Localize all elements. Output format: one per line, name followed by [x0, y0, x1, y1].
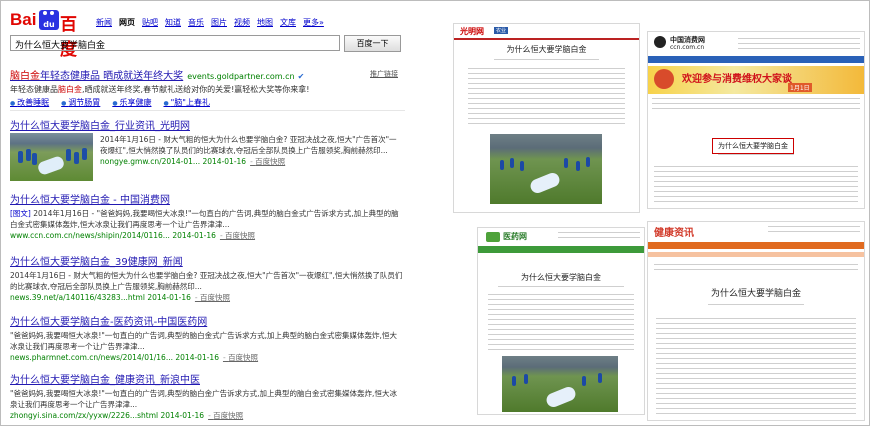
ad-url: events.goldpartner.com.cn: [187, 72, 295, 81]
gmw-article-title: 为什么恒大要学脑白金: [506, 45, 587, 54]
search-result: 为什么恒大要学脑白金-医药资讯-中国医药网 "爸爸妈妈,我要喝恒大冰泉!"一句直…: [10, 313, 404, 363]
paw-icon: du: [39, 10, 59, 30]
result-title[interactable]: 为什么恒大要学脑白金_行业资讯_光明网: [10, 117, 404, 132]
composite-image: Bai du 百度 新闻 网页 贴吧 知道 音乐 图片 视频 地图 文库 更多» 为什么恒大要学脑…: [0, 0, 870, 426]
gmw-logo: 光明网: [460, 26, 484, 36]
nav-more[interactable]: 更多»: [303, 18, 324, 27]
nav-tieba[interactable]: 贴吧: [142, 18, 158, 27]
nav-wenku[interactable]: 文库: [280, 18, 296, 27]
globe-icon: [654, 36, 666, 48]
cache-link[interactable]: 百度快照: [195, 293, 230, 302]
sitelink[interactable]: 调节肠胃: [61, 98, 100, 107]
divider: [10, 110, 405, 111]
nav-map[interactable]: 地图: [257, 18, 273, 27]
ad-title[interactable]: 脑白金年轻态健康品 晒成就送年终大奖: [10, 71, 183, 82]
search-result: 为什么恒大要学脑白金_健康资讯_新浪中医 "爸爸妈妈,我要喝恒大冰泉!"一句直白…: [10, 371, 404, 421]
search-nav: 新闻 网页 贴吧 知道 音乐 图片 视频 地图 文库 更多»: [96, 17, 331, 28]
screenshot-pharmnet: 医药网 为什么恒大要学脑白金: [477, 227, 645, 415]
screenshot-sina: 健康资讯 为什么恒大要学脑白金: [647, 221, 865, 421]
pharm-article-title: 为什么恒大要学脑白金: [521, 273, 601, 282]
pharm-logo: 医药网: [503, 232, 527, 241]
promo-link-tag[interactable]: 推广链接: [370, 69, 398, 79]
sina-header: 健康资讯: [654, 228, 694, 239]
banner-date: 1月1日: [788, 83, 812, 92]
screenshot-gmw: 光明网 农业 为什么恒大要学脑白金: [453, 23, 640, 213]
result-url: www.ccn.com.cn/news/shipin/2014/0116... …: [10, 230, 404, 241]
search-result: 为什么恒大要学脑白金 - 中国消费网 [图文] 2014年1月16日 - "爸爸…: [10, 191, 404, 241]
result-snippet: 2014年1月16日 - 财大气粗的恒大为什么也要学脑白金? 亚冠决战之夜,恒大…: [100, 135, 397, 155]
logo-bai: Bai: [10, 10, 37, 29]
result-url: news.39.net/a/140116/43283...html 2014-0…: [10, 292, 404, 303]
verified-icon: ✔: [297, 72, 305, 81]
ad-description: 年轻态健康品脑白金,晒成就送年终奖,春节献礼送给对你的关爱!赢轻松大奖等你来拿!: [10, 85, 310, 94]
result-title[interactable]: 为什么恒大要学脑白金_健康资讯_新浪中医: [10, 371, 404, 386]
ccn-banner[interactable]: 欢迎参与消费维权大家谈 1月1日: [648, 66, 864, 94]
result-title[interactable]: 为什么恒大要学脑白金 - 中国消费网: [10, 191, 404, 206]
sitelink[interactable]: 改善睡眠: [10, 98, 49, 107]
baidu-results-page: Bai du 百度 新闻 网页 贴吧 知道 音乐 图片 视频 地图 文库 更多» 为什么恒大要学脑…: [4, 5, 406, 423]
cache-link[interactable]: 百度快照: [250, 157, 285, 166]
nav-images[interactable]: 图片: [211, 18, 227, 27]
ccn-article-title: 为什么恒大要学脑白金: [712, 138, 794, 154]
nav-web: 网页: [119, 18, 135, 27]
result-snippet: "爸爸妈妈,我要喝恒大冰泉!"一句直白的广告词,典型的脑白金广告诉求方式,加上典…: [10, 389, 397, 409]
cache-link[interactable]: 百度快照: [220, 231, 255, 240]
baidu-logo[interactable]: Bai du 百度: [10, 10, 90, 59]
result-snippet: "爸爸妈妈,我要喝恒大冰泉!"一句直白的广告词,典型的脑白金式广告诉求方式,加上…: [10, 331, 397, 351]
search-result: 为什么恒大要学脑白金_39健康网_新闻 2014年1月16日 - 财大气粗的恒大…: [10, 253, 404, 303]
result-url: zhongyi.sina.com/zx/yyxw/2226...shtml 20…: [10, 410, 404, 421]
cache-link[interactable]: 百度快照: [208, 411, 243, 420]
result-snippet: 2014年1月16日 - 财大气粗的恒大为什么也要学脑白金? 亚冠决战之夜,恒大…: [10, 271, 403, 291]
cache-link[interactable]: 百度快照: [223, 353, 258, 362]
result-url: nongye.gmw.cn/2014-01... 2014-01-16百度快照: [100, 156, 404, 167]
result-title[interactable]: 为什么恒大要学脑白金-医药资讯-中国医药网: [10, 313, 404, 328]
nav-music[interactable]: 音乐: [188, 18, 204, 27]
nav-news[interactable]: 新闻: [96, 18, 112, 27]
result-title[interactable]: 为什么恒大要学脑白金_39健康网_新闻: [10, 253, 404, 268]
article-photo: [502, 356, 618, 412]
ccn-logo-en: ccn.com.cn: [670, 44, 705, 51]
search-input[interactable]: 为什么恒大要学脑白金: [10, 35, 340, 51]
sitelink[interactable]: "脑"上春礼: [163, 98, 210, 107]
banner-text: 欢迎参与消费维权大家谈: [682, 74, 792, 85]
screenshot-ccn: 中国消费网 ccn.com.cn 欢迎参与消费维权大家谈 1月1日 为什么恒大要…: [647, 31, 865, 209]
result-snippet: [图文] 2014年1月16日 - "爸爸妈妈,我要喝恒大冰泉!"一句直白的广告…: [10, 209, 399, 229]
sitelink[interactable]: 乐享健康: [112, 98, 151, 107]
result-thumbnail[interactable]: [10, 133, 93, 181]
sponsored-result: 脑白金年轻态健康品 晒成就送年终大奖 events.goldpartner.com…: [10, 67, 402, 108]
search-result: 为什么恒大要学脑白金_行业资讯_光明网 2014年1月16日 - 财大气粗的恒大…: [10, 117, 404, 181]
search-button[interactable]: 百度一下: [344, 35, 401, 52]
gmw-badge: 农业: [494, 27, 509, 34]
sina-article-title: 为什么恒大要学脑白金: [710, 289, 801, 299]
result-url: news.pharmnet.com.cn/news/2014/01/16... …: [10, 352, 404, 363]
nav-zhidao[interactable]: 知道: [165, 18, 181, 27]
nav-video[interactable]: 视频: [234, 18, 250, 27]
ad-sitelinks: 改善睡眠 调节肠胃 乐享健康 "脑"上春礼: [10, 97, 402, 108]
leaf-icon: [486, 232, 500, 242]
article-photo: [490, 134, 602, 204]
